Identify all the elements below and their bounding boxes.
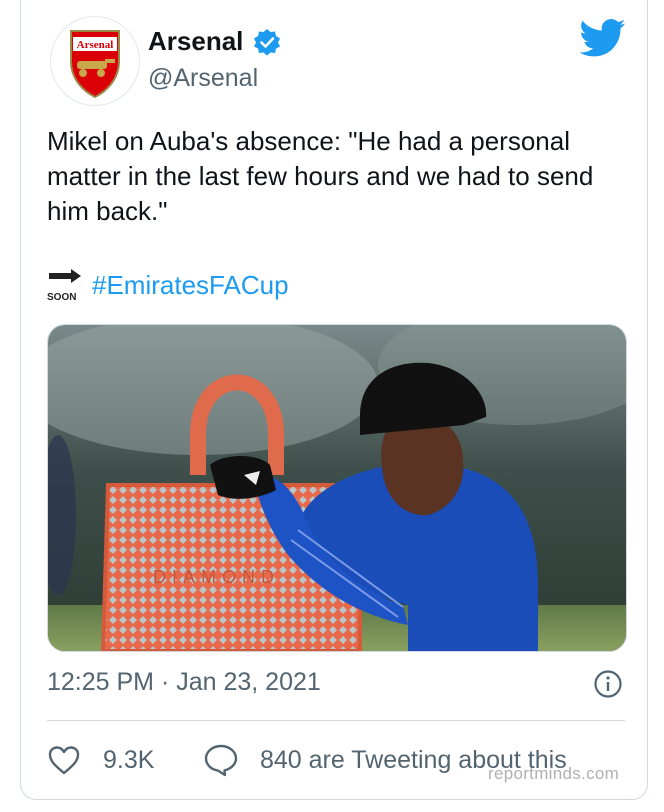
hashtag-link[interactable]: #EmiratesFACup [92, 270, 289, 301]
divider [47, 720, 625, 721]
verified-icon [254, 29, 280, 56]
author-handle[interactable]: @Arsenal [148, 64, 258, 93]
author-name[interactable]: Arsenal [148, 26, 243, 57]
media-sign: DIAMOND [153, 567, 280, 587]
heart-icon[interactable] [47, 744, 81, 776]
avatar[interactable]: Arsenal [50, 16, 140, 106]
watermark: reportminds.com [488, 764, 620, 783]
twitter-bird-icon[interactable] [580, 18, 626, 58]
soon-label: SOON [47, 292, 76, 303]
logo-text: Arsenal [77, 39, 114, 51]
like-count[interactable]: 9.3K [103, 746, 154, 775]
tweet-photo[interactable]: DIAMOND [47, 324, 627, 652]
info-icon[interactable] [593, 669, 623, 699]
reply-bubble-icon[interactable] [203, 743, 239, 777]
soon-arrow-icon: SOON [47, 269, 81, 303]
tweet-text: Mikel on Auba's absence: "He had a perso… [47, 126, 594, 226]
tweet-timestamp[interactable]: 12:25 PM · Jan 23, 2021 [47, 668, 321, 697]
